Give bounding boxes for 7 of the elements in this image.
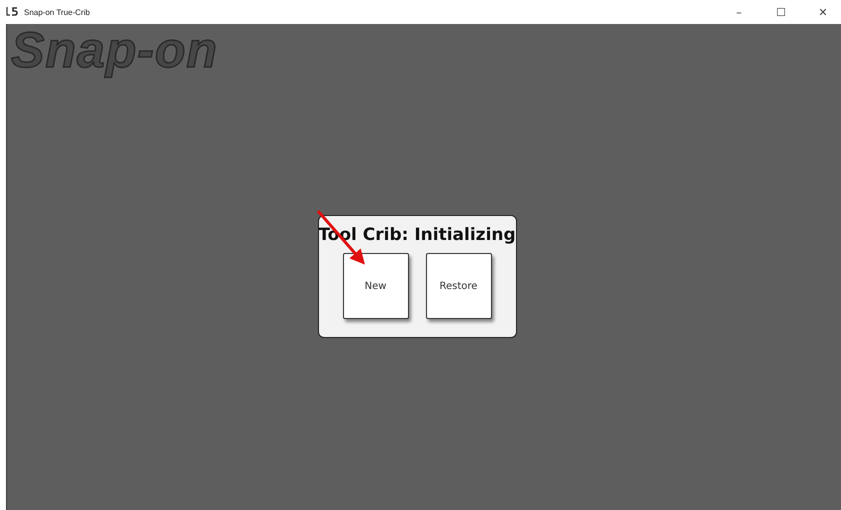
maximize-button[interactable]: ☐ xyxy=(763,0,799,24)
close-button[interactable]: ✕ xyxy=(805,0,841,24)
window-title: Snap-on True-Crib xyxy=(24,8,91,16)
app-icon xyxy=(6,6,18,18)
minimize-button[interactable]: – xyxy=(721,0,757,24)
option-button[interactable]: Restore xyxy=(426,253,492,319)
option-button[interactable]: New xyxy=(342,253,408,319)
